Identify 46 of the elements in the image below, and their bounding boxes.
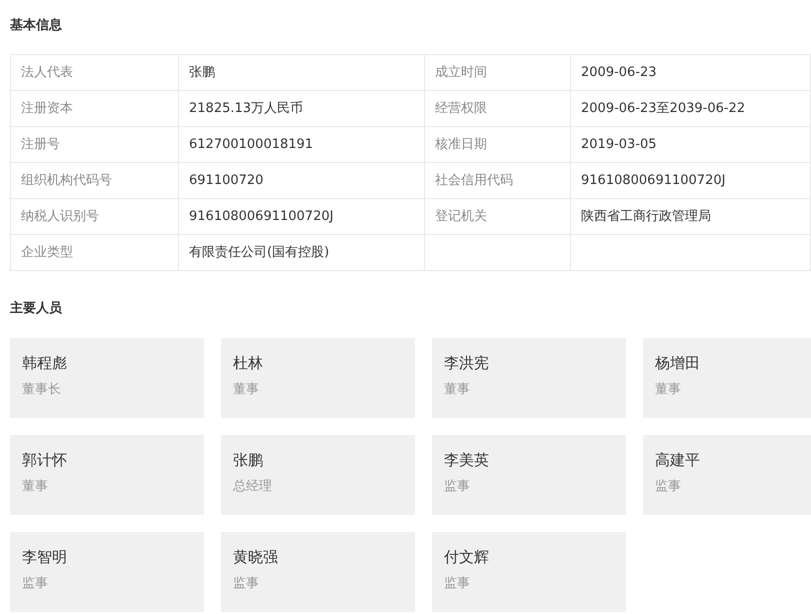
field-value: 91610800691100720J bbox=[581, 172, 726, 188]
field-value: 612700100018191 bbox=[189, 136, 314, 152]
section-title: 基本信息 bbox=[10, 18, 62, 33]
field-label: 登记机关 bbox=[435, 208, 487, 224]
person-name: 黄晓强 bbox=[233, 547, 279, 567]
field-value: 691100720 bbox=[189, 172, 264, 188]
person-name: 杜林 bbox=[233, 353, 264, 373]
person-role: 董事长 bbox=[22, 381, 62, 399]
person-name: 李美英 bbox=[444, 450, 490, 470]
person-role: 总经理 bbox=[233, 478, 273, 496]
field-label: 成立时间 bbox=[435, 64, 487, 80]
field-value: 陕西省工商行政管理局 bbox=[581, 208, 711, 224]
person-role: 监事 bbox=[444, 575, 471, 593]
person-role: 监事 bbox=[444, 478, 471, 496]
person-role: 监事 bbox=[233, 575, 260, 593]
person-name: 付文辉 bbox=[444, 547, 490, 567]
field-label: 经营权限 bbox=[435, 100, 487, 116]
field-value: 有限责任公司(国有控股) bbox=[189, 244, 330, 260]
field-label: 注册资本 bbox=[21, 100, 73, 116]
field-label: 组织机构代码号 bbox=[21, 172, 112, 188]
field-label: 纳税人识别号 bbox=[21, 208, 99, 224]
person-name: 李智明 bbox=[22, 547, 68, 567]
person-name: 张鹏 bbox=[233, 450, 264, 470]
person-role: 董事 bbox=[233, 381, 260, 399]
field-value: 91610800691100720J bbox=[189, 208, 334, 224]
field-label: 核准日期 bbox=[435, 136, 487, 152]
field-label: 法人代表 bbox=[21, 64, 73, 80]
field-value: 2009-06-23 bbox=[581, 64, 657, 80]
person-role: 监事 bbox=[22, 575, 49, 593]
field-value: 张鹏 bbox=[189, 64, 215, 80]
person-role: 监事 bbox=[655, 478, 682, 496]
person-role: 董事 bbox=[655, 381, 682, 399]
person-role: 董事 bbox=[22, 478, 49, 496]
person-role: 董事 bbox=[444, 381, 471, 399]
field-label: 社会信用代码 bbox=[435, 172, 513, 188]
person-name: 杨增田 bbox=[655, 353, 701, 373]
person-name: 韩程彪 bbox=[22, 353, 68, 373]
field-value: 21825.13万人民币 bbox=[189, 100, 304, 116]
person-name: 李洪宪 bbox=[444, 353, 490, 373]
field-label: 企业类型 bbox=[21, 244, 73, 260]
person-name: 高建平 bbox=[655, 450, 701, 470]
field-label: 注册号 bbox=[21, 136, 60, 152]
field-value: 2019-03-05 bbox=[581, 136, 657, 152]
section-title: 主要人员 bbox=[10, 301, 62, 316]
person-name: 郭计怀 bbox=[22, 450, 68, 470]
field-value: 2009-06-23至2039-06-22 bbox=[581, 100, 746, 116]
